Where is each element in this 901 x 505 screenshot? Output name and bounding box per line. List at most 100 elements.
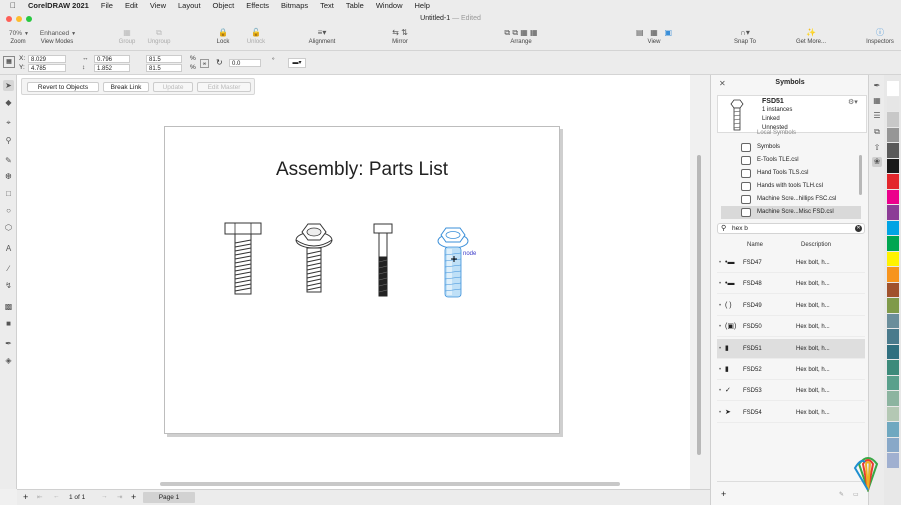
menu-view[interactable]: View xyxy=(150,1,166,10)
crop-tool-icon[interactable]: ⌖ xyxy=(3,117,14,128)
color-swatch[interactable] xyxy=(887,298,899,313)
symbol-table-row[interactable]: • ▮ FSD51 Hex bolt, h... xyxy=(717,338,865,359)
mirror-control[interactable]: ⇆ ⇅ Mirror xyxy=(378,27,422,51)
col-desc-header[interactable]: Description xyxy=(801,239,831,251)
unlock-button[interactable]: 🔓 Unlock xyxy=(242,27,270,51)
prev-page-icon[interactable]: ← xyxy=(53,493,60,500)
pen-icon[interactable]: ✒ xyxy=(872,81,882,91)
apple-icon[interactable]:  xyxy=(10,1,16,10)
menu-bitmaps[interactable]: Bitmaps xyxy=(281,1,308,10)
break-link-button[interactable]: Break Link xyxy=(103,82,149,92)
color-swatch[interactable] xyxy=(887,375,899,390)
height-field[interactable]: 1.852 xyxy=(94,64,130,72)
polygon-tool-icon[interactable]: ⬡ xyxy=(3,222,14,233)
zoom-control[interactable]: 70% ▼ Zoom xyxy=(4,27,32,51)
color-swatch[interactable] xyxy=(887,189,899,204)
document-page[interactable]: Assembly: Parts List node xyxy=(164,126,560,434)
color-swatch[interactable] xyxy=(887,81,899,96)
col-name-header[interactable]: Name xyxy=(747,239,763,251)
drop-shadow-tool-icon[interactable]: ▩ xyxy=(3,301,14,312)
scale-y-field[interactable]: 81.5 xyxy=(146,64,182,72)
eyedropper-tool-icon[interactable]: ✒ xyxy=(3,338,14,349)
parallel-dimension-tool-icon[interactable]: ∕ xyxy=(3,263,14,274)
shape-tool-icon[interactable]: ◆ xyxy=(3,97,14,108)
view-mode-select[interactable]: Enhanced xyxy=(38,29,71,38)
color-swatch[interactable] xyxy=(887,112,899,127)
menu-file[interactable]: File xyxy=(101,1,113,10)
clear-search-icon[interactable]: ✕ xyxy=(855,225,862,232)
rotation-field[interactable]: 0.0 xyxy=(229,59,261,67)
expand-icon[interactable]: • xyxy=(719,274,721,294)
connector-tool-icon[interactable]: ↯ xyxy=(3,280,14,291)
revert-to-objects-button[interactable]: Revert to Objects xyxy=(27,82,99,92)
color-swatch[interactable] xyxy=(887,344,899,359)
snap-to-button[interactable]: ∩▾ Snap To xyxy=(730,27,760,51)
color-swatch[interactable] xyxy=(887,329,899,344)
symbol-table-row[interactable]: • (▣) FSD50 Hex bolt, h... xyxy=(717,317,865,338)
pick-tool-icon[interactable]: ➤ xyxy=(3,80,14,91)
artistic-media-tool-icon[interactable]: ❆ xyxy=(3,171,14,182)
color-swatch[interactable] xyxy=(887,236,899,251)
transform-icon[interactable]: ▦ xyxy=(872,96,882,106)
menu-help[interactable]: Help xyxy=(415,1,430,10)
first-page-icon[interactable]: ⇤ xyxy=(37,493,42,501)
color-swatch[interactable] xyxy=(887,251,899,266)
symbol-search-input[interactable]: ⚲ hex b ✕ xyxy=(717,223,865,234)
color-swatch[interactable] xyxy=(887,174,899,189)
ungroup-button[interactable]: ⧉ Ungroup xyxy=(144,27,174,51)
color-swatch[interactable] xyxy=(887,406,899,421)
freehand-tool-icon[interactable]: ✎ xyxy=(3,155,14,166)
page-tab[interactable]: Page 1 xyxy=(143,492,195,503)
rectangle-tool-icon[interactable]: □ xyxy=(3,188,14,199)
vertical-scrollbar[interactable] xyxy=(690,75,710,489)
get-more-button[interactable]: ✨ Get More... xyxy=(792,27,830,51)
library-item[interactable]: E-Tools TLE.csl xyxy=(721,154,861,167)
expand-icon[interactable]: • xyxy=(719,296,721,316)
expand-icon[interactable]: • xyxy=(719,360,721,380)
library-item[interactable]: Hands with tools TLH.csl xyxy=(721,180,861,193)
text-tool-icon[interactable]: A xyxy=(3,243,14,254)
delete-symbol-icon[interactable]: ▭ xyxy=(853,491,859,498)
expand-icon[interactable]: • xyxy=(719,317,721,337)
color-swatch[interactable] xyxy=(887,391,899,406)
outline-select[interactable]: ▬▾ xyxy=(288,58,306,68)
view-control[interactable]: ▤ ▦ ▣ View xyxy=(614,27,694,51)
color-swatch[interactable] xyxy=(887,453,899,468)
layers-icon[interactable]: ☰ xyxy=(872,111,882,121)
menu-text[interactable]: Text xyxy=(320,1,334,10)
add-page-after-icon[interactable]: + xyxy=(131,492,136,502)
lock-button[interactable]: 🔒 Lock xyxy=(210,27,236,51)
flange-bolt-symbol[interactable] xyxy=(294,220,334,294)
view-mode-control[interactable]: Enhanced ▼ View Modes xyxy=(36,27,78,51)
color-swatch[interactable] xyxy=(887,360,899,375)
color-swatch[interactable] xyxy=(887,437,899,452)
library-item-selected[interactable]: Machine Scre...Misc FSD.csl xyxy=(721,206,861,219)
symbol-table-row[interactable]: • ✓ FSD53 Hex bolt, h... xyxy=(717,381,865,402)
menu-window[interactable]: Window xyxy=(376,1,403,10)
color-swatch[interactable] xyxy=(887,267,899,282)
slim-bolt-symbol[interactable] xyxy=(371,222,395,298)
last-page-icon[interactable]: ⇥ xyxy=(117,493,122,501)
expand-icon[interactable]: • xyxy=(719,339,721,359)
menu-app-name[interactable]: CorelDRAW 2021 xyxy=(28,1,89,10)
hex-bolt-symbol[interactable] xyxy=(223,221,263,297)
export-icon[interactable]: ⇧ xyxy=(872,143,882,153)
symbol-table-row[interactable]: • ➤ FSD54 Hex bolt, h... xyxy=(717,403,865,423)
library-item[interactable]: Local Symbols xyxy=(721,129,861,137)
color-swatch[interactable] xyxy=(887,158,899,173)
width-field[interactable]: 0.796 xyxy=(94,55,130,63)
zoom-tool-icon[interactable]: ⚲ xyxy=(3,135,14,146)
alignment-button[interactable]: ≡▾ Alignment xyxy=(302,27,342,51)
symbol-table-row[interactable]: • •▬ FSD48 Hex bolt, h... xyxy=(717,274,865,295)
color-swatch[interactable] xyxy=(887,143,899,158)
symbol-table-row[interactable]: • ▮ FSD52 Hex bolt, h... xyxy=(717,360,865,380)
page-title[interactable]: Assembly: Parts List xyxy=(165,159,559,181)
color-swatch[interactable] xyxy=(887,205,899,220)
library-item[interactable]: Hand Tools TLS.csl xyxy=(721,167,861,180)
y-position-field[interactable]: 4.785 xyxy=(28,64,66,72)
lock-ratio-icon[interactable]: ∞ xyxy=(200,59,209,68)
vertical-scroll-thumb[interactable] xyxy=(697,155,701,455)
color-swatch[interactable] xyxy=(887,96,899,111)
library-scroll-thumb[interactable] xyxy=(859,155,862,195)
expand-icon[interactable]: • xyxy=(719,381,721,401)
